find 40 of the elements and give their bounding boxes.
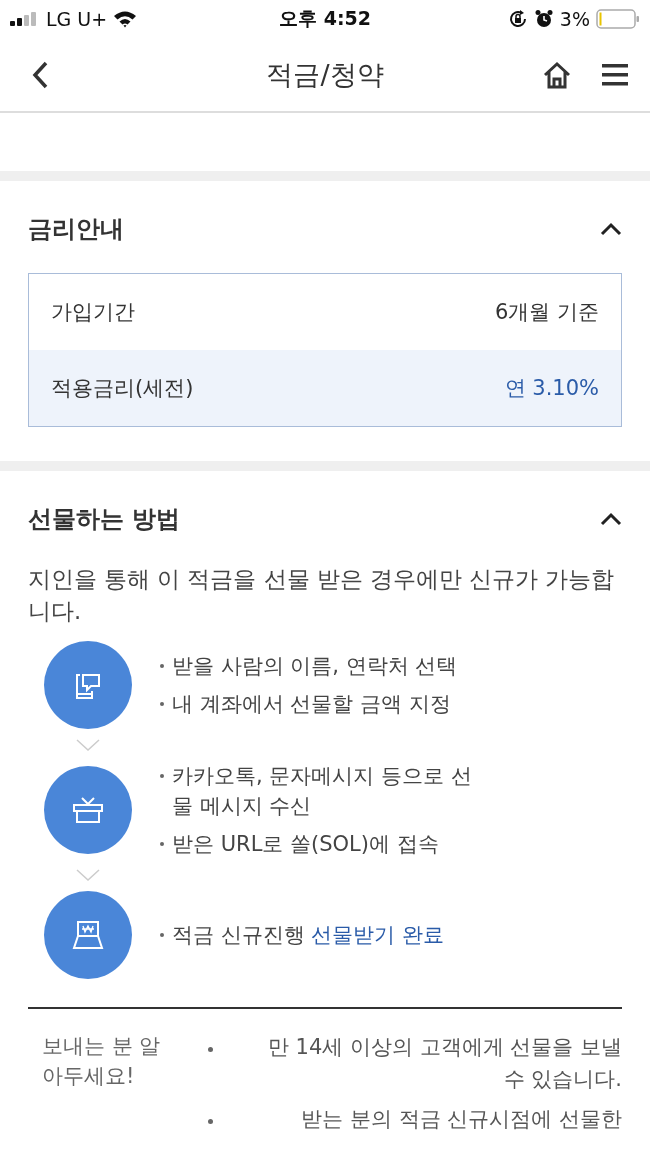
bullet-dot-icon	[208, 1119, 213, 1124]
step-text: 내 계좌에서 선물할 금액 지정	[172, 691, 452, 718]
section-title: 금리안내	[28, 214, 124, 245]
collapse-caret-icon[interactable]	[600, 222, 622, 236]
rate-label: 적용금리(세전)	[51, 375, 194, 402]
bullet-dot-icon	[160, 664, 164, 668]
battery-percent: 3%	[559, 8, 590, 30]
notice-text: 받는 분의 적금 신규시점에 선물한	[300, 1106, 622, 1133]
menu-icon[interactable]	[602, 62, 628, 87]
step-text: 적금 신규진행 선물받기 완료	[172, 922, 446, 949]
home-icon[interactable]	[542, 60, 572, 89]
collapse-caret-icon[interactable]	[600, 512, 622, 526]
section-title: 선물하는 방법	[28, 504, 181, 535]
notice-title: 보내는 분 알아두세요!	[41, 1033, 162, 1090]
rate-label: 가입기간	[51, 299, 135, 326]
notice-text: 만 14세 이상의 고객에게 선물을 보낼 수 있습니다.	[266, 1034, 622, 1093]
alarm-icon	[533, 9, 554, 29]
bullet-dot-icon	[160, 842, 164, 846]
bullet-dot-icon	[160, 774, 164, 778]
bullet-dot-icon	[160, 933, 164, 937]
rate-value: 6개월 기준	[494, 299, 599, 326]
intro-text: 지인을 통해 이 적금을 선물 받은 경우에만 신규가 가능합니다.	[28, 565, 616, 626]
bullet-dot-icon	[160, 702, 164, 706]
rate-value: 연 3.10%	[504, 375, 599, 402]
chevron-down-icon	[76, 739, 100, 751]
wifi-icon	[113, 10, 138, 28]
page-title: 적금/청약	[265, 57, 385, 92]
step-text: 카카오톡, 문자메시지 등으로 선물 메시지 수신	[172, 763, 473, 820]
step-text: 받은 URL로 쏠(SOL)에 접속	[172, 831, 440, 858]
back-icon[interactable]	[32, 60, 48, 89]
clock-time: 오후 4:52	[279, 6, 371, 31]
carrier-name: LG U+	[46, 8, 108, 30]
phone-chat-icon	[44, 641, 132, 729]
chevron-down-icon	[76, 869, 100, 881]
battery-icon	[596, 9, 640, 29]
gift-box-icon	[44, 766, 132, 854]
bullet-dot-icon	[208, 1047, 213, 1052]
rotation-lock-icon	[507, 9, 528, 29]
atm-icon	[44, 891, 132, 979]
step-text: 받을 사람의 이름, 연락처 선택	[172, 653, 459, 680]
